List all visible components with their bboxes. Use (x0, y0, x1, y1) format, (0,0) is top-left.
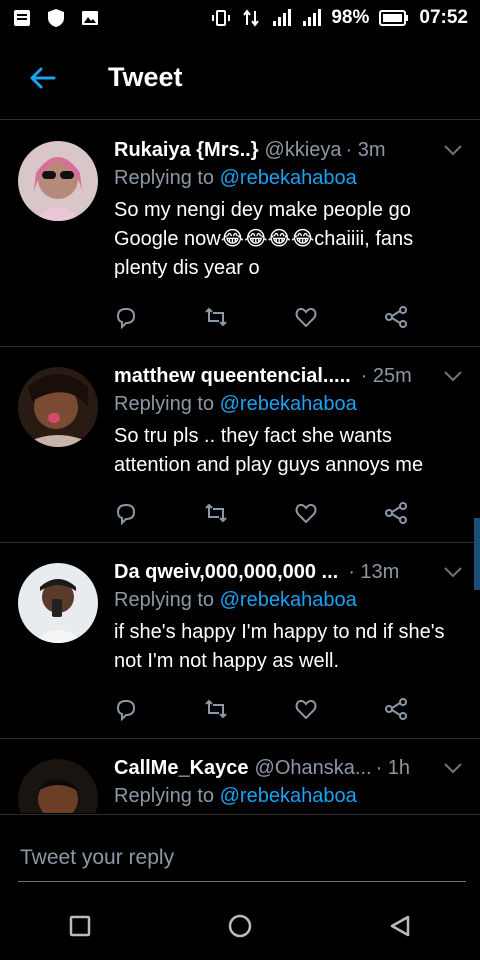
battery-percent: 98% (331, 7, 370, 28)
tweet-text: So tru pls .. they fact she wants attent… (114, 425, 424, 476)
retweet-button[interactable] (204, 305, 294, 329)
heart-icon (295, 503, 317, 524)
author-name[interactable]: CallMe_Kayce (114, 757, 249, 780)
heart-icon (295, 307, 317, 328)
retweet-button[interactable] (204, 697, 294, 721)
app-bar: Tweet (0, 36, 480, 120)
replying-to-label: Replying to (114, 785, 215, 807)
retweet-icon (205, 699, 227, 719)
home-button[interactable] (210, 896, 270, 956)
replying-to-label: Replying to (114, 167, 215, 189)
author-name[interactable]: Da qweiv,000,000,000 ... (114, 561, 338, 584)
timestamp: · 13m (348, 560, 400, 583)
clock: 07:52 (419, 7, 468, 28)
tweet-actions (114, 487, 474, 539)
triangle-back-icon (390, 915, 410, 937)
avatar[interactable] (18, 759, 98, 813)
comment-icon (116, 307, 136, 329)
avatar[interactable] (18, 141, 98, 221)
tweet-text: if she's happy I'm happy to nd if she's … (114, 621, 445, 672)
share-icon (385, 502, 407, 524)
reply-button[interactable] (114, 305, 204, 329)
comment-icon (116, 503, 136, 525)
mention-link[interactable]: @rebekahaboa (220, 393, 357, 415)
share-icon (385, 698, 407, 720)
mention-link[interactable]: @rebekahaboa (220, 785, 357, 807)
replying-to-label: Replying to (114, 393, 215, 415)
timestamp: · 1h (375, 756, 411, 779)
tweet-actions (114, 291, 474, 343)
like-button[interactable] (294, 697, 384, 721)
author-name[interactable]: matthew queentencial..... (114, 365, 351, 388)
retweet-icon (205, 503, 227, 523)
reply-button[interactable] (114, 501, 204, 525)
message-icon (14, 10, 30, 26)
tweet[interactable]: CallMe_Kayce @Ohanska... · 1h Replying t… (0, 739, 480, 813)
replying-to: Replying to @rebekahaboa (114, 589, 464, 612)
data-transfer-icon (243, 9, 260, 27)
status-bar: 98% 07:52 (0, 0, 480, 36)
retweet-icon (205, 307, 227, 327)
tweet[interactable]: Da qweiv,000,000,000 ... · 13m Replying … (0, 543, 480, 739)
system-nav-bar (0, 892, 480, 960)
back-button[interactable] (12, 48, 72, 108)
square-icon (69, 915, 91, 937)
share-button[interactable] (384, 305, 474, 329)
chevron-down-icon[interactable] (442, 365, 464, 387)
replying-to-label: Replying to (114, 589, 215, 611)
vibrate-icon (212, 10, 231, 26)
mention-link[interactable]: @rebekahaboa (220, 167, 357, 189)
heart-icon (295, 699, 317, 720)
like-button[interactable] (294, 305, 384, 329)
replying-to: Replying to @rebekahaboa (114, 785, 464, 808)
avatar[interactable] (18, 367, 98, 447)
recents-button[interactable] (50, 896, 110, 956)
replying-to: Replying to @rebekahaboa (114, 393, 464, 416)
replying-to: Replying to @rebekahaboa (114, 167, 464, 190)
share-icon (385, 306, 407, 328)
share-button[interactable] (384, 501, 474, 525)
circle-icon (228, 914, 252, 938)
avatar[interactable] (18, 563, 98, 643)
timestamp: · 3m (345, 138, 386, 161)
share-button[interactable] (384, 697, 474, 721)
tweet[interactable]: matthew queentencial..... · 25m Replying… (0, 347, 480, 543)
retweet-button[interactable] (204, 501, 294, 525)
chevron-down-icon[interactable] (442, 139, 464, 161)
page-title: Tweet (108, 62, 183, 92)
timestamp: · 25m (360, 364, 412, 387)
reply-input[interactable] (18, 835, 466, 882)
chevron-down-icon[interactable] (442, 757, 464, 779)
comment-icon (116, 699, 136, 721)
signal-2-icon (303, 9, 322, 26)
reply-composer (0, 814, 480, 892)
tweet-text: So my nengi dey make people go Google no… (114, 199, 414, 279)
author-handle[interactable]: @Ohanska... (255, 757, 372, 780)
shield-icon (48, 9, 64, 27)
signal-icon (273, 9, 292, 26)
back-nav-button[interactable] (370, 896, 430, 956)
author-handle[interactable]: @kkieya (265, 139, 342, 162)
reply-button[interactable] (114, 697, 204, 721)
reply-feed[interactable]: Rukaiya {Mrs..} @kkieya · 3m Replying to… (0, 121, 480, 813)
tweet-actions (114, 683, 474, 735)
notification-icons (12, 8, 100, 28)
scrollbar-thumb[interactable] (474, 518, 480, 590)
like-button[interactable] (294, 501, 384, 525)
tweet[interactable]: Rukaiya {Mrs..} @kkieya · 3m Replying to… (0, 121, 480, 347)
author-name[interactable]: Rukaiya {Mrs..} (114, 139, 259, 162)
chevron-down-icon[interactable] (442, 561, 464, 583)
mention-link[interactable]: @rebekahaboa (220, 589, 357, 611)
image-icon (82, 11, 98, 25)
battery-icon (379, 10, 409, 26)
arrow-left-icon (30, 67, 56, 88)
